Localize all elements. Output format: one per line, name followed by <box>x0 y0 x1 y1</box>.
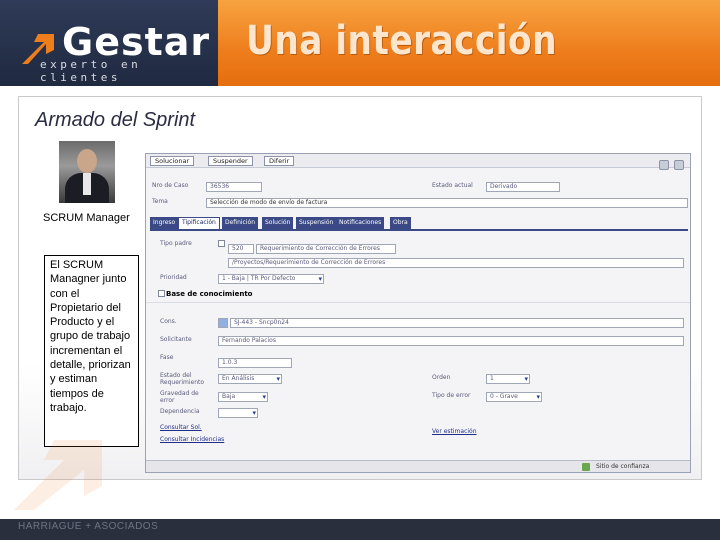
slide-panel: Armado del Sprint SCRUM Manager El SCRUM… <box>18 96 702 480</box>
tab-ingreso[interactable]: Ingreso <box>150 217 179 229</box>
tipo-padre-path[interactable]: /Proyectos/Requerimiento de Corrección d… <box>228 258 684 268</box>
tema-label: Tema <box>152 198 168 205</box>
app-toolbar: Solucionar Suspender Diferir <box>146 154 690 170</box>
fase-label: Fase <box>160 354 174 361</box>
nro-caso-label: Nro de Caso <box>152 182 189 189</box>
photo-face <box>77 149 97 173</box>
tab-definicion[interactable]: Definición <box>222 217 258 229</box>
cons-field[interactable]: SJ-443 - Sncp0n24 <box>230 318 684 328</box>
tema-field[interactable]: Selección de modo de envío de factura <box>206 198 688 208</box>
base-conocimiento-checkbox[interactable] <box>158 290 165 297</box>
tab-suspension[interactable]: Suspensión <box>296 217 337 229</box>
orden-select[interactable]: 1 <box>486 374 530 384</box>
tab-underline <box>150 229 688 231</box>
gravedad-label: Gravedad de error <box>160 390 199 404</box>
consultar-sol-link[interactable]: Consultar Sol. <box>160 424 202 431</box>
gravedad-select[interactable]: Baja <box>218 392 268 402</box>
separator <box>146 302 690 303</box>
trusted-site-icon <box>582 463 590 471</box>
section-title: Armado del Sprint <box>35 109 196 131</box>
logo-area: Gestar experto en clientes <box>0 0 218 86</box>
tab-obra[interactable]: Obra <box>390 217 411 229</box>
solucionar-button[interactable]: Solucionar <box>150 156 195 166</box>
tipo-padre-code[interactable]: 520 <box>228 244 254 254</box>
scrum-manager-photo <box>59 141 115 203</box>
suspender-button[interactable]: Suspender <box>208 156 253 166</box>
status-bar: Sitio de confianza <box>146 460 690 472</box>
consultar-incidencias-link[interactable]: Consultar Incidencias <box>160 436 224 443</box>
tipo-error-select[interactable]: 0 - Grave <box>486 392 542 402</box>
description-box: El SCRUM Managner junto con el Propietar… <box>44 255 139 447</box>
tab-tipificacion[interactable]: Tipificación <box>178 217 220 229</box>
page-title: Una interacción <box>246 18 557 64</box>
estado-req-label: Estado del Requerimiento <box>160 372 205 386</box>
print-icon[interactable] <box>659 160 670 170</box>
tipo-padre-checkbox[interactable] <box>218 240 225 247</box>
diferir-button[interactable]: Diferir <box>264 156 295 166</box>
save-icon[interactable] <box>674 160 684 170</box>
estado-actual-label: Estado actual <box>432 182 473 189</box>
estado-req-select[interactable]: En Análisis <box>218 374 282 384</box>
solicitante-field[interactable]: Fernando Palacios <box>218 336 684 346</box>
dependencia-label: Dependencia <box>160 408 200 415</box>
ver-estimacion-link[interactable]: Ver estimación <box>432 428 477 435</box>
header-banner: Gestar experto en clientes Una interacci… <box>0 0 720 86</box>
status-text: Sitio de confianza <box>596 463 650 470</box>
cons-label: Cons. <box>160 318 177 325</box>
app-screenshot: Solucionar Suspender Diferir Nro de Caso… <box>145 153 691 473</box>
description-text: El SCRUM Managner junto con el Propietar… <box>50 259 131 414</box>
solicitante-label: Solicitante <box>160 336 192 343</box>
photo-shirt <box>83 173 91 195</box>
toolbar-icons <box>656 160 684 172</box>
tipo-padre-desc[interactable]: Requerimiento de Corrección de Errores <box>256 244 396 254</box>
base-conocimiento-label: Base de conocimiento <box>166 290 253 298</box>
watermark-arrow-icon <box>14 440 102 510</box>
tab-notificaciones[interactable]: Notificaciones <box>336 217 385 229</box>
tipo-error-label: Tipo de error <box>432 392 471 399</box>
dependencia-select[interactable] <box>218 408 258 418</box>
estado-actual-field[interactable]: Derivado <box>486 182 560 192</box>
fase-field[interactable]: 1.0.3 <box>218 358 292 368</box>
tab-solucion[interactable]: Solución <box>262 217 294 229</box>
orden-label: Orden <box>432 374 451 381</box>
cons-icon[interactable] <box>218 318 228 328</box>
role-label: SCRUM Manager <box>43 212 130 224</box>
footer-text: HARRIAGUE + ASOCIADOS <box>18 521 159 532</box>
logo-tagline: experto en clientes <box>40 58 142 84</box>
nro-caso-field[interactable]: 36536 <box>206 182 262 192</box>
prioridad-label: Prioridad <box>160 274 187 281</box>
prioridad-select[interactable]: 1 - Baja | TR Por Defecto <box>218 274 324 284</box>
title-area: Una interacción <box>218 0 720 86</box>
tipo-padre-label: Tipo padre <box>160 240 192 247</box>
